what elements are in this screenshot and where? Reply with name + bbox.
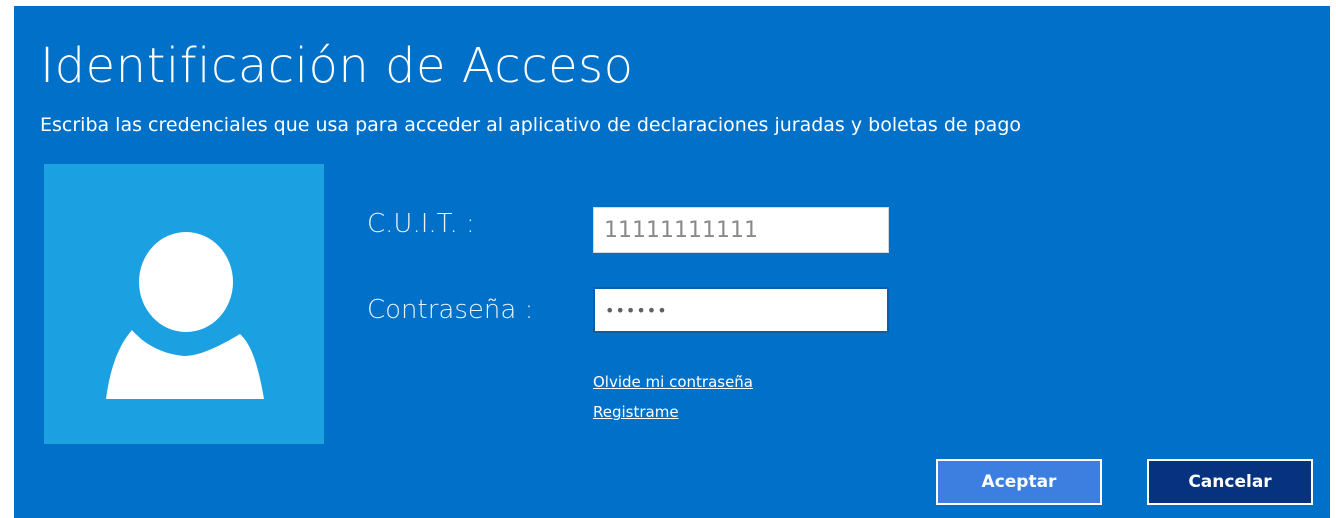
register-link[interactable]: Registrame [593,402,679,422]
forgot-password-link[interactable]: Olvide mi contraseña [593,372,753,392]
login-dialog: Identificación de Acceso Escriba las cre… [14,6,1330,518]
avatar [44,164,324,444]
cuit-label: C.U.I.T. : [367,209,475,239]
cancel-button[interactable]: Cancelar [1147,459,1313,505]
dialog-title: Identificación de Acceso [40,38,634,94]
password-input[interactable] [593,287,889,333]
user-silhouette-icon [106,232,264,399]
password-label: Contraseña : [367,295,534,325]
cuit-input[interactable] [593,207,889,253]
accept-button[interactable]: Aceptar [936,459,1102,505]
dialog-subtitle: Escriba las credenciales que usa para ac… [40,114,1022,136]
